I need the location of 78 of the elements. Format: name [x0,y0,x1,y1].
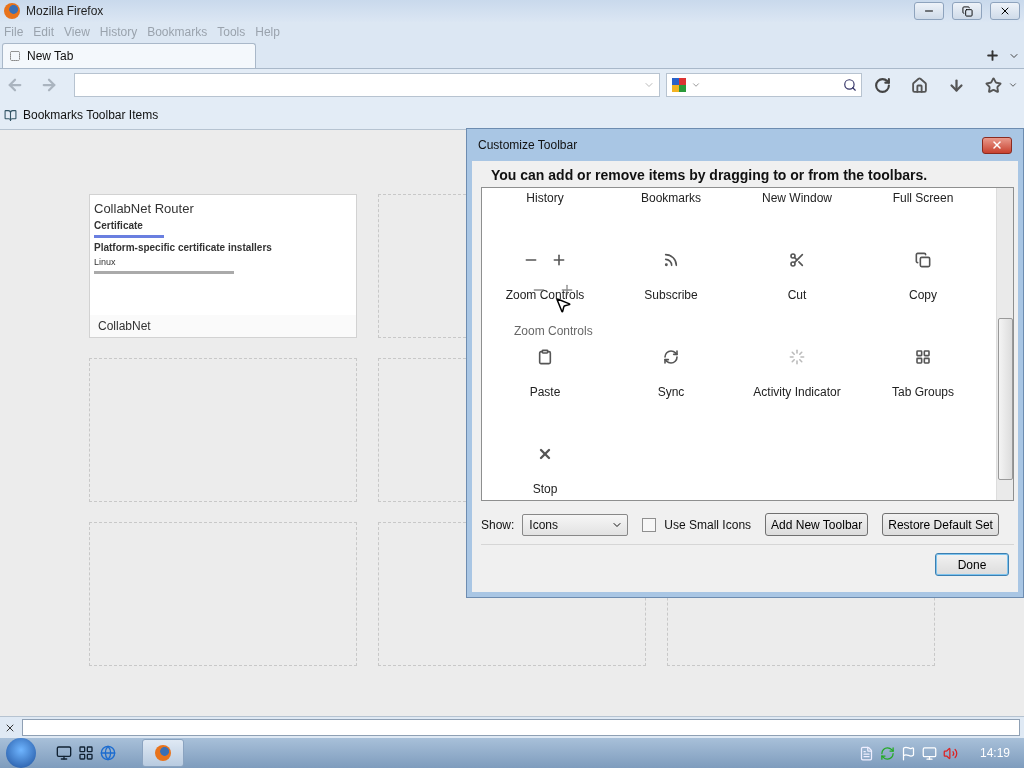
page-text: Platform-specific certificate installers [94,242,273,253]
download-icon[interactable] [948,76,965,94]
back-icon[interactable] [6,76,24,94]
browser-icon[interactable] [100,745,116,761]
minimize-button[interactable] [914,2,944,20]
reload-icon[interactable] [874,76,891,94]
instruction-text: You can add or remove items by dragging to or from the toolbars. [490,166,929,185]
network-icon[interactable] [921,745,937,761]
dialog-close-button[interactable] [982,136,1012,154]
dialog-title: Customize Toolbar [478,138,579,152]
close-button[interactable] [990,2,1020,20]
page-icon [9,50,21,62]
home-icon[interactable] [911,76,928,94]
show-dropdown[interactable]: Icons [522,513,629,536]
restore-button[interactable] [952,2,982,20]
close-icon [991,139,1003,151]
toolbar-item-label[interactable]: Paste [529,385,561,399]
toolbar-item-label[interactable]: Stop [532,482,558,496]
page-text: Certificate [94,220,144,231]
toolbar-item-label[interactable]: Tab Groups [891,385,954,399]
thumbnail-title: CollabNet [97,318,152,335]
bookmarks-menu-icon[interactable] [1008,80,1018,90]
taskbar-button[interactable] [142,739,184,767]
spinner-icon [789,349,805,365]
page-text: Linux [94,257,117,267]
scissors-icon [789,252,805,268]
toolbar-button[interactable]: Add New Toolbar [765,513,869,536]
dropdown-icon[interactable] [691,80,701,90]
search-icon[interactable] [843,78,857,92]
empty-thumbnail[interactable] [89,358,357,502]
start-button[interactable] [6,738,36,768]
toolbar-button[interactable]: Restore Default Set [882,513,999,536]
drag-label: Zoom Controls [514,324,593,338]
firefox-logo-icon [4,3,20,19]
toolbar-item-label[interactable]: Subscribe [644,288,698,302]
clipboard-icon [537,349,553,365]
desktop-icon[interactable] [56,745,72,761]
volume-icon[interactable] [942,745,958,761]
toolbar-item-label[interactable]: Activity Indicator [753,385,841,399]
done-button[interactable]: Done [935,553,1009,576]
stop-icon [537,446,553,462]
toolbar-item-label[interactable]: Zoom Controls [505,288,585,302]
scrollbar[interactable] [996,188,1013,500]
new-tab-icon[interactable] [985,48,1000,63]
small-icons-label: Use Small Icons [664,517,752,532]
toolbar-item-label[interactable]: Copy [909,288,937,302]
page-thumbnail[interactable]: CollabNet Router Certificate Platform-specific certificate installers Linux CollabNet [89,194,357,338]
toolbar-item-label[interactable]: History [526,191,564,205]
toolbar-item-label[interactable]: Full Screen [892,191,954,205]
forward-icon[interactable] [40,76,58,94]
search-engine-icon[interactable] [671,77,689,93]
document-icon[interactable] [858,745,874,761]
close-icon [999,5,1011,17]
find-field[interactable] [22,719,1020,736]
restore-icon [961,5,973,17]
bookmarks-icon [4,108,17,122]
small-icons-checkbox[interactable] [642,517,657,532]
copy-icon [915,252,931,268]
search-field[interactable] [666,73,862,97]
empty-thumbnail[interactable] [89,522,357,666]
sync-icon [663,349,679,365]
page-heading: CollabNet Router [94,201,195,216]
address-field[interactable] [74,73,660,97]
window-switcher-icon[interactable] [78,745,94,761]
window-title: Mozilla Firefox [26,4,105,18]
bookmarks-toolbar-label: Bookmarks Toolbar Items [23,108,159,122]
link-line [94,235,164,238]
feed-icon [663,252,679,268]
toolbar-item-label[interactable]: Cut [787,288,807,302]
grid-icon [915,349,931,365]
toolbar-item-label[interactable]: New Window [762,191,832,205]
toolbar-item-label[interactable]: Sync [657,385,685,399]
flag-icon[interactable] [900,745,916,761]
toolbar-item-label[interactable]: Bookmarks [641,191,701,205]
bookmark-star-icon[interactable] [985,76,1002,94]
clock: 14:19 [979,746,1010,760]
browser-tab[interactable]: New Tab [2,43,256,68]
show-label: Show: [481,517,515,532]
